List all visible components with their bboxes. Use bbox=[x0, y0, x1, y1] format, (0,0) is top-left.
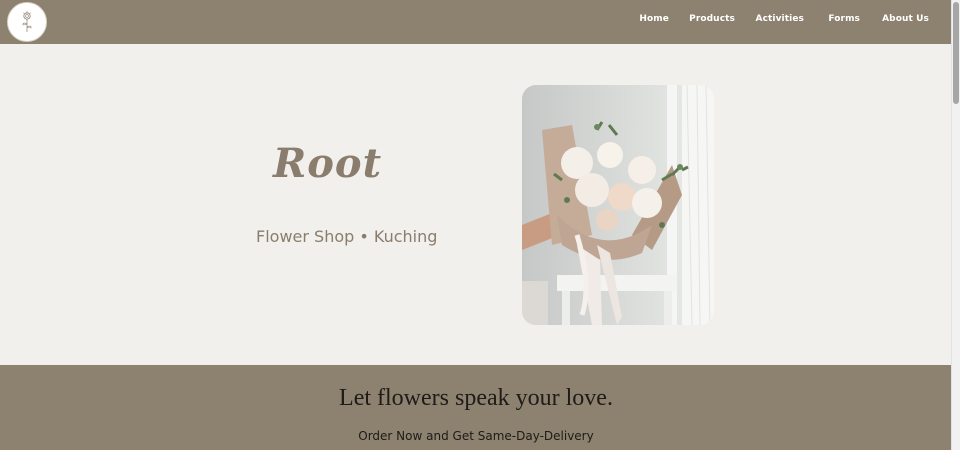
promo-subtext: Order Now and Get Same-Day-Delivery bbox=[358, 429, 594, 443]
hero-section bbox=[0, 44, 952, 365]
promo-band: Let flowers speak your love. Order Now a… bbox=[0, 365, 952, 450]
logo[interactable] bbox=[7, 2, 47, 42]
nav-activities[interactable]: Activities bbox=[756, 14, 805, 24]
nav-forms[interactable]: Forms bbox=[828, 14, 860, 24]
promo-headline: Let flowers speak your love. bbox=[339, 385, 613, 411]
nav-products[interactable]: Products bbox=[689, 14, 735, 24]
nav-home[interactable]: Home bbox=[639, 14, 669, 24]
scrollbar-thumb[interactable] bbox=[953, 2, 959, 104]
bouquet-photo bbox=[522, 85, 714, 325]
flower-sketch-icon bbox=[22, 11, 32, 32]
brand-title: Root bbox=[273, 140, 383, 187]
brand-tagline: Flower Shop • Kuching bbox=[256, 227, 438, 246]
vertical-scrollbar[interactable] bbox=[951, 0, 960, 450]
nav-about-us[interactable]: About Us bbox=[882, 14, 929, 24]
top-navbar: Home Products Activities Forms About Us bbox=[0, 0, 952, 44]
